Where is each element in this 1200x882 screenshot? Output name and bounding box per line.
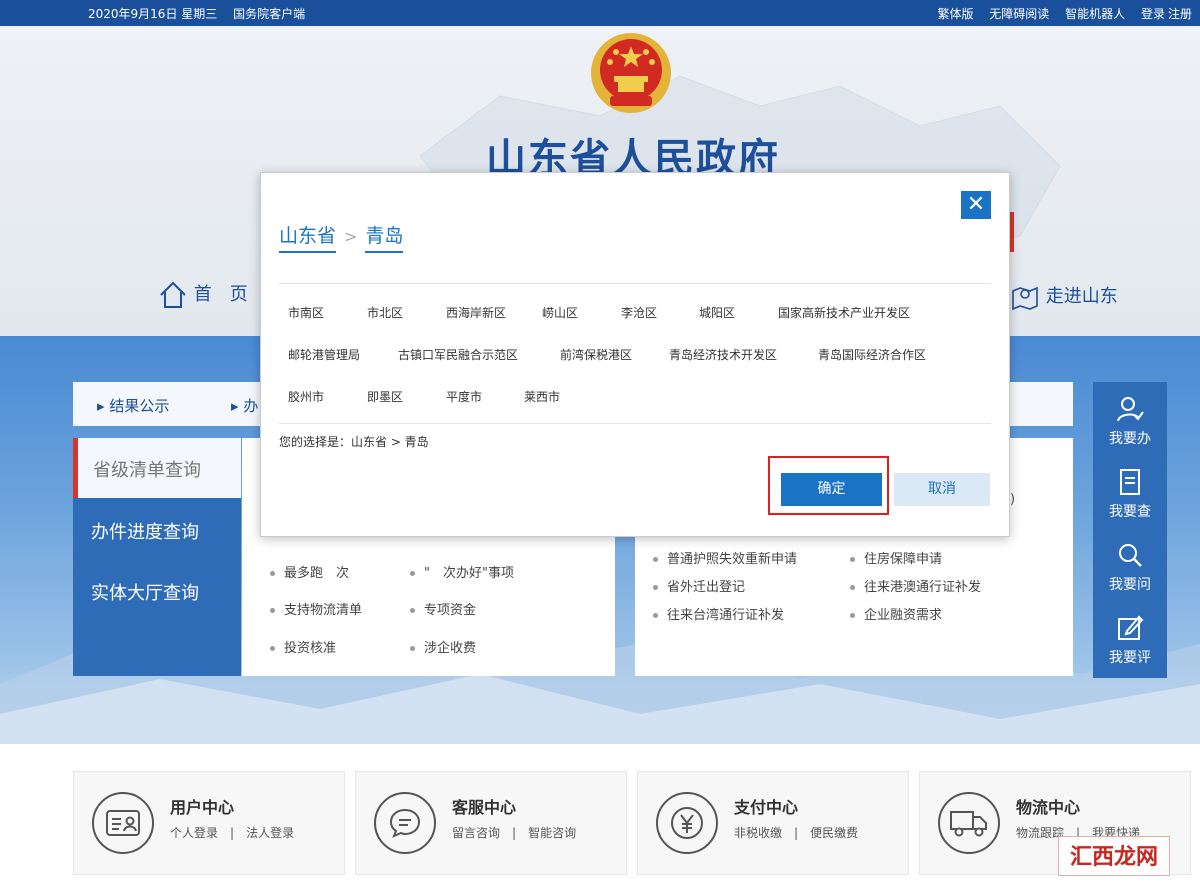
list-item[interactable]: 最多跑 次 — [270, 562, 349, 581]
service-title: 支付中心 — [734, 798, 799, 817]
message-consult-link[interactable]: 留言咨询 — [452, 826, 500, 840]
date-text: 2020年9月16日 星期三 — [88, 7, 218, 21]
list-item[interactable]: 投资核准 — [270, 637, 336, 656]
tab-second[interactable]: ▸ 办 — [231, 395, 258, 416]
delivery-truck-icon — [938, 792, 1000, 854]
list-item[interactable]: 往来台湾通行证补发 — [653, 604, 784, 623]
robot-link[interactable]: 智能机器人 — [1065, 7, 1125, 21]
district-option[interactable]: 即墨区 — [367, 388, 403, 405]
non-tax-payment-link[interactable]: 非税收缴 — [734, 826, 782, 840]
service-card-support[interactable]: 客服中心 留言咨询 | 智能咨询 — [355, 771, 627, 875]
map-pin-icon — [1012, 286, 1038, 311]
sidebar-item-ask[interactable]: 我要问 — [1093, 540, 1167, 594]
selection-summary: 您的选择是：山东省 > 青岛 — [279, 435, 429, 449]
service-title: 用户中心 — [170, 798, 235, 817]
district-option[interactable]: 莱西市 — [524, 388, 560, 405]
client-link[interactable]: 国务院客户端 — [233, 7, 305, 21]
region-select-dialog: ✕ 山东省 > 青岛 市南区 市北区 西海岸新区 崂山区 李沧区 城阳区 国家高新技… — [260, 172, 1010, 537]
partial-text: ) — [1010, 492, 1016, 507]
district-option[interactable]: 青岛国际经济合作区 — [818, 346, 926, 363]
document-icon — [1120, 469, 1140, 495]
district-option[interactable]: 崂山区 — [542, 304, 578, 321]
tracking-link[interactable]: 物流跟踪 — [1016, 826, 1064, 840]
menu-progress-query[interactable]: 办件进度查询 — [91, 518, 199, 544]
breadcrumb-province[interactable]: 山东省 — [279, 225, 337, 253]
district-option[interactable]: 邮轮港管理局 — [288, 346, 360, 363]
list-item[interactable]: " 次办好"事项 — [410, 562, 514, 581]
breadcrumb-separator: > — [344, 227, 358, 246]
top-bar: 2020年9月16日 星期三 国务院客户端 繁体版 无障碍阅读 智能机器人 登录… — [0, 0, 1200, 26]
list-item[interactable]: 往来港澳通行证补发 — [850, 576, 981, 595]
district-option[interactable]: 国家高新技术产业开发区 — [778, 304, 910, 321]
district-option[interactable]: 胶州市 — [288, 388, 324, 405]
list-item[interactable]: 省外迁出登记 — [653, 576, 745, 595]
list-item[interactable]: 涉企收费 — [410, 637, 476, 656]
right-sidebar: 我要办 我要查 我要问 我要评 — [1093, 382, 1167, 678]
personal-login-link[interactable]: 个人登录 — [170, 826, 218, 840]
home-icon — [160, 281, 186, 308]
watermark-logo: 汇西龙网 — [1058, 836, 1170, 876]
edit-icon — [1118, 615, 1144, 640]
service-card-user[interactable]: 用户中心 个人登录 | 法人登录 — [73, 771, 345, 875]
list-item[interactable]: 普通护照失效重新申请 — [653, 548, 797, 567]
list-item[interactable]: 住房保障申请 — [850, 548, 942, 567]
service-card-payment[interactable]: 支付中心 非税收缴 | 便民缴费 — [637, 771, 909, 875]
confirm-button[interactable]: 确定 — [781, 473, 882, 506]
tab-result-notice[interactable]: ▸ 结果公示 — [97, 395, 169, 416]
user-check-icon — [1117, 397, 1144, 422]
menu-hall-query[interactable]: 实体大厅查询 — [91, 579, 199, 605]
district-option[interactable]: 城阳区 — [699, 304, 735, 321]
nav-home-label: 首 页 — [193, 284, 248, 305]
nav-home[interactable]: 首 页 — [158, 280, 248, 310]
service-title: 客服中心 — [452, 798, 517, 817]
sidebar-item-apply[interactable]: 我要办 — [1093, 394, 1167, 448]
list-item[interactable]: 专项资金 — [410, 599, 476, 618]
district-option[interactable]: 市南区 — [288, 304, 324, 321]
traditional-link[interactable]: 繁体版 — [937, 7, 973, 21]
sidebar-item-query[interactable]: 我要查 — [1093, 467, 1167, 521]
utility-payment-link[interactable]: 便民缴费 — [810, 826, 858, 840]
yen-coin-icon — [656, 792, 718, 854]
nav-about-label: 走进山东 — [1045, 286, 1118, 307]
close-button[interactable]: ✕ — [961, 191, 991, 219]
district-option[interactable]: 西海岸新区 — [446, 304, 506, 321]
cancel-button[interactable]: 取消 — [894, 473, 990, 506]
search-icon — [1119, 544, 1142, 567]
breadcrumb: 山东省 > 青岛 — [279, 221, 404, 253]
left-menu: 省级清单查询 办件进度查询 实体大厅查询 — [73, 438, 241, 676]
menu-province-list[interactable]: 省级清单查询 — [73, 438, 241, 498]
district-option[interactable]: 市北区 — [367, 304, 403, 321]
corporate-login-link[interactable]: 法人登录 — [246, 826, 294, 840]
district-option[interactable]: 前湾保税港区 — [560, 346, 632, 363]
nav-about-shandong[interactable]: 走进山东 — [1010, 282, 1118, 312]
district-option[interactable]: 古镇口军民融合示范区 — [398, 346, 518, 363]
login-link[interactable]: 登录 — [1141, 7, 1165, 21]
sidebar-item-rate[interactable]: 我要评 — [1093, 613, 1167, 667]
district-option[interactable]: 青岛经济技术开发区 — [669, 346, 777, 363]
id-card-icon — [92, 792, 154, 854]
service-title: 物流中心 — [1016, 798, 1081, 817]
accessible-link[interactable]: 无障碍阅读 — [989, 7, 1049, 21]
breadcrumb-city[interactable]: 青岛 — [365, 225, 404, 253]
register-link[interactable]: 注册 — [1168, 7, 1192, 21]
chat-bubble-icon — [374, 792, 436, 854]
list-item[interactable]: 支持物流清单 — [270, 599, 362, 618]
divider — [279, 423, 991, 424]
national-emblem-icon — [591, 33, 671, 113]
district-option[interactable]: 李沧区 — [621, 304, 657, 321]
list-item[interactable]: 企业融资需求 — [850, 604, 942, 623]
divider — [279, 283, 991, 284]
district-option[interactable]: 平度市 — [446, 388, 482, 405]
smart-consult-link[interactable]: 智能咨询 — [528, 826, 576, 840]
